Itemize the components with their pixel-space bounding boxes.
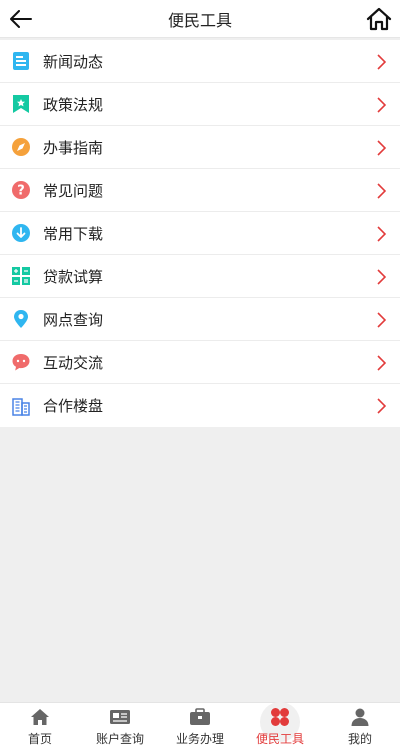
- chevron-right-icon: [377, 226, 386, 242]
- menu-item-label: 贷款试算: [43, 267, 104, 286]
- tab-label: 便民工具: [255, 732, 304, 746]
- menu-item-label: 合作楼盘: [43, 397, 104, 415]
- tool-menu-list: 新闻动态 政策法规 办事指南 ? 常见问题 常用下载 贷款试算 网点查询 互动交…: [0, 40, 400, 427]
- menu-item-interaction[interactable]: 互动交流: [0, 341, 400, 384]
- tab-account-query[interactable]: 账户查询: [80, 703, 160, 750]
- home-icon: [366, 7, 392, 31]
- tab-convenience-tools[interactable]: 便民工具: [240, 702, 320, 750]
- home-icon: [29, 706, 51, 728]
- tab-business[interactable]: 业务办理: [160, 703, 240, 750]
- menu-item-news[interactable]: 新闻动态: [0, 40, 400, 83]
- menu-item-loan-calculator[interactable]: 贷款试算: [0, 255, 400, 298]
- clover-icon: [269, 706, 291, 728]
- menu-item-policy[interactable]: 政策法规: [0, 83, 400, 126]
- chevron-right-icon: [377, 398, 386, 414]
- tab-home[interactable]: 首页: [0, 703, 80, 750]
- building-icon: [11, 396, 31, 416]
- top-nav-bar: 便民工具: [0, 0, 400, 38]
- menu-item-label: 网点查询: [43, 310, 104, 329]
- chevron-right-icon: [377, 54, 386, 70]
- question-icon: ?: [11, 180, 31, 200]
- menu-item-label: 互动交流: [43, 353, 104, 372]
- menu-item-download[interactable]: 常用下载: [0, 212, 400, 255]
- tab-label: 账户查询: [95, 732, 144, 746]
- id-card-icon: [109, 706, 131, 728]
- menu-item-label: 办事指南: [43, 138, 104, 157]
- tab-label: 我的: [347, 732, 372, 746]
- chevron-right-icon: [377, 140, 386, 156]
- chevron-right-icon: [377, 97, 386, 113]
- download-icon: [11, 223, 31, 243]
- tab-mine[interactable]: 我的: [320, 703, 400, 750]
- svg-text:?: ?: [17, 184, 25, 199]
- chevron-right-icon: [377, 183, 386, 199]
- menu-item-faq[interactable]: ? 常见问题: [0, 169, 400, 212]
- chevron-right-icon: [377, 312, 386, 328]
- menu-item-label: 常用下载: [43, 224, 104, 243]
- arrow-left-icon: [10, 10, 32, 28]
- menu-item-label: 新闻动态: [43, 52, 104, 71]
- chevron-right-icon: [377, 269, 386, 285]
- menu-item-branch-query[interactable]: 网点查询: [0, 298, 400, 341]
- chat-bubble-icon: [11, 352, 31, 372]
- menu-item-partner-buildings[interactable]: 合作楼盘: [0, 384, 400, 427]
- home-button[interactable]: [364, 4, 394, 34]
- tab-label: 首页: [27, 732, 52, 746]
- location-pin-icon: [11, 309, 31, 329]
- calculator-icon: [11, 266, 31, 286]
- compass-icon: [11, 137, 31, 157]
- tab-label: 业务办理: [175, 732, 224, 746]
- briefcase-icon: [189, 706, 211, 728]
- menu-item-label: 政策法规: [43, 95, 104, 114]
- menu-item-guide[interactable]: 办事指南: [0, 126, 400, 169]
- news-icon: [11, 51, 31, 71]
- person-icon: [349, 706, 371, 728]
- chevron-right-icon: [377, 355, 386, 371]
- back-button[interactable]: [8, 6, 34, 32]
- policy-bookmark-icon: [11, 94, 31, 114]
- menu-item-label: 常见问题: [43, 181, 104, 200]
- bottom-tab-bar: 首页 账户查询 业务办理 便民工具 我的: [0, 702, 400, 750]
- page-title: 便民工具: [167, 10, 232, 30]
